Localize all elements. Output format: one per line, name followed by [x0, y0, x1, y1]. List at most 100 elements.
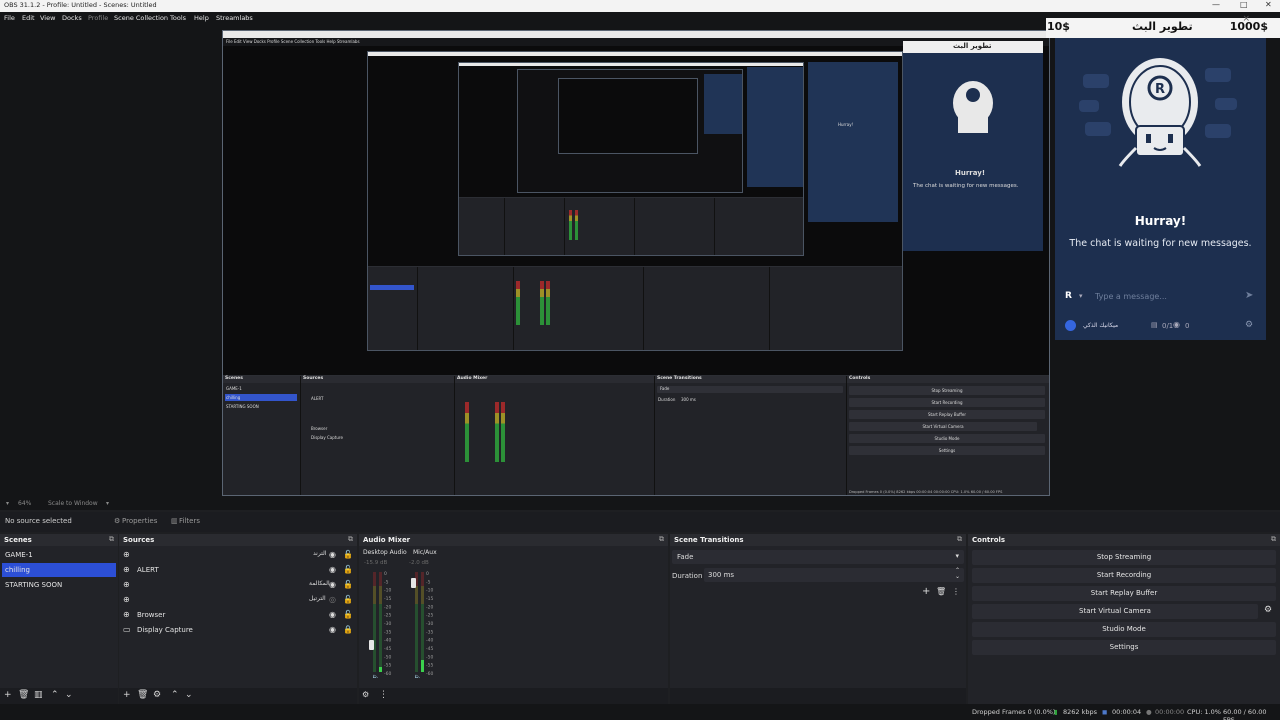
speaker-icon[interactable]: 🔈	[371, 673, 381, 678]
lock-icon[interactable]: 🔓	[343, 580, 353, 589]
start-recording-button[interactable]: Start Recording	[972, 568, 1276, 583]
eye-icon[interactable]: ◉	[329, 550, 336, 559]
start-virtual-camera-button[interactable]: Start Virtual Camera	[972, 604, 1258, 619]
nested-obs-capture-5	[558, 78, 698, 154]
chevron-down-icon[interactable]: ▾	[1079, 292, 1083, 300]
source-item-display-capture[interactable]: ▭ Display Capture ◉ 🔒	[123, 623, 353, 637]
stop-streaming-button[interactable]: Stop Streaming	[972, 550, 1276, 565]
meter-scale-label: -15	[384, 596, 391, 602]
add-scene-button[interactable]: +	[4, 690, 12, 700]
status-bar: Dropped Frames 0 (0.0%) ▮ 8262 kbps ◼ 00…	[0, 704, 1280, 720]
menu-help[interactable]: Help	[194, 14, 209, 22]
filter-icon: ▥	[171, 517, 178, 525]
zoom-level[interactable]: 64%	[18, 500, 31, 507]
meter-scale-label: -10	[426, 588, 433, 594]
bitrate-icon: ▮	[1054, 708, 1058, 716]
chat-view-count: 0	[1185, 322, 1190, 330]
menu-file[interactable]: File	[4, 14, 15, 22]
eye-icon[interactable]: ◉	[329, 610, 336, 619]
dock-menu-icon[interactable]: ⧉	[1271, 535, 1276, 544]
chevron-down-icon[interactable]: ▾	[6, 500, 9, 507]
settings-button[interactable]: Settings	[972, 640, 1276, 655]
menu-view[interactable]: View	[40, 14, 55, 22]
dock-menu-icon[interactable]: ⧉	[659, 535, 664, 544]
eye-icon: ◉	[1173, 320, 1180, 329]
chat-message-input[interactable]: Type a message...	[1095, 289, 1245, 305]
gear-icon[interactable]: ⚙	[153, 690, 161, 700]
studio-mode-button[interactable]: Studio Mode	[972, 622, 1276, 637]
trash-icon[interactable]: 🗑	[936, 587, 946, 596]
add-transition-button[interactable]: +	[922, 586, 930, 597]
menu-docks[interactable]: Docks	[62, 14, 82, 22]
scene-item-game-1[interactable]: GAME-1	[2, 548, 116, 562]
close-button[interactable]: ✕	[1265, 0, 1272, 9]
add-source-button[interactable]: +	[123, 690, 131, 700]
properties-button[interactable]: Properties	[122, 517, 157, 525]
chevron-down-icon[interactable]: ⌄	[955, 573, 960, 580]
source-item[interactable]: ⊕ الترند ◉ 🔓	[123, 548, 353, 562]
lock-icon[interactable]: 🔓	[343, 595, 353, 604]
chevron-down-icon[interactable]: ▾	[106, 500, 109, 507]
sources-title: Sources	[123, 536, 155, 544]
minimize-button[interactable]: —	[1212, 0, 1220, 9]
chat-mascot-icon	[953, 81, 993, 133]
more-options-icon[interactable]: ⋮	[379, 690, 388, 700]
chat-platform-icon[interactable]: R	[1065, 291, 1077, 303]
more-options-icon[interactable]: ⋮	[952, 587, 960, 596]
source-item[interactable]: ⊕ المكالمة ◉ 🔓	[123, 578, 353, 592]
scene-item-starting-soon[interactable]: STARTING SOON	[2, 578, 116, 592]
lock-icon[interactable]: 🔒	[343, 625, 353, 634]
chat-hurray-heading: Hurray!	[1134, 214, 1187, 228]
filters-button[interactable]: Filters	[179, 517, 200, 525]
users-icon: ▤	[1151, 321, 1158, 329]
scale-to-window[interactable]: Scale to Window	[48, 500, 98, 507]
gear-icon[interactable]: ⚙	[1245, 320, 1253, 330]
meter-track	[379, 604, 382, 672]
preview-zoom-bar: ▾ 64% Scale to Window ▾	[0, 498, 1280, 510]
menu-tools[interactable]: Tools	[170, 14, 186, 22]
menu-profile[interactable]: Profile	[88, 14, 108, 22]
window-title: OBS 31.1.2 - Profile: Untitled - Scenes:…	[4, 1, 157, 9]
filter-icon[interactable]: ▥	[34, 690, 43, 700]
maximize-button[interactable]: □	[1240, 0, 1248, 9]
move-up-button[interactable]: ⌃	[51, 690, 59, 700]
move-down-button[interactable]: ⌄	[185, 690, 193, 700]
scene-item-chilling[interactable]: chilling	[2, 563, 116, 577]
source-item[interactable]: ⊕ الترتيل ◎ 🔓	[123, 593, 353, 607]
volume-slider-handle[interactable]	[369, 640, 374, 650]
lock-icon[interactable]: 🔓	[343, 565, 353, 574]
menu-edit[interactable]: Edit	[22, 14, 35, 22]
speaker-icon[interactable]: 🔈	[413, 673, 423, 678]
avatar[interactable]	[1065, 320, 1076, 331]
trash-icon[interactable]: 🗑	[18, 690, 29, 700]
eye-icon[interactable]: ◉	[329, 565, 336, 574]
move-up-button[interactable]: ⌃	[171, 690, 179, 700]
dock-menu-icon[interactable]: ⧉	[348, 535, 353, 544]
lock-icon[interactable]: 🔓	[343, 550, 353, 559]
trash-icon[interactable]: 🗑	[137, 690, 148, 700]
eye-hidden-icon[interactable]: ◎	[329, 595, 336, 604]
svg-text:R: R	[1155, 82, 1165, 97]
duration-stepper[interactable]: 300 ms ⌃ ⌄	[704, 567, 964, 582]
move-down-button[interactable]: ⌄	[65, 690, 73, 700]
chat-close-button[interactable]: ×	[1242, 14, 1250, 24]
eye-icon[interactable]: ◉	[329, 580, 336, 589]
menu-streamlabs[interactable]: Streamlabs	[216, 14, 253, 22]
controls-dock: Controls ⧉ Stop Streaming Start Recordin…	[968, 534, 1280, 704]
dock-menu-icon[interactable]: ⧉	[957, 535, 962, 544]
browser-source-icon: ⊕	[123, 550, 130, 559]
lock-icon[interactable]: 🔓	[343, 610, 353, 619]
volume-slider-handle[interactable]	[411, 578, 416, 588]
dock-menu-icon[interactable]: ⧉	[109, 535, 114, 544]
send-icon[interactable]: ➤	[1245, 290, 1253, 301]
mixer-settings-icon[interactable]: ⚙	[362, 690, 369, 699]
meter-scale-label: -20	[426, 604, 433, 610]
meter-track	[373, 586, 376, 604]
source-item-alert[interactable]: ⊕ ALERT ◉ 🔓	[123, 563, 353, 577]
source-item-browser[interactable]: ⊕ Browser ◉ 🔓	[123, 608, 353, 622]
transition-select[interactable]: Fade ▾	[672, 550, 964, 564]
gear-icon[interactable]: ⚙	[1264, 605, 1272, 615]
eye-icon[interactable]: ◉	[329, 625, 336, 634]
start-replay-buffer-button[interactable]: Start Replay Buffer	[972, 586, 1276, 601]
menu-scene-collection[interactable]: Scene Collection	[114, 14, 168, 22]
